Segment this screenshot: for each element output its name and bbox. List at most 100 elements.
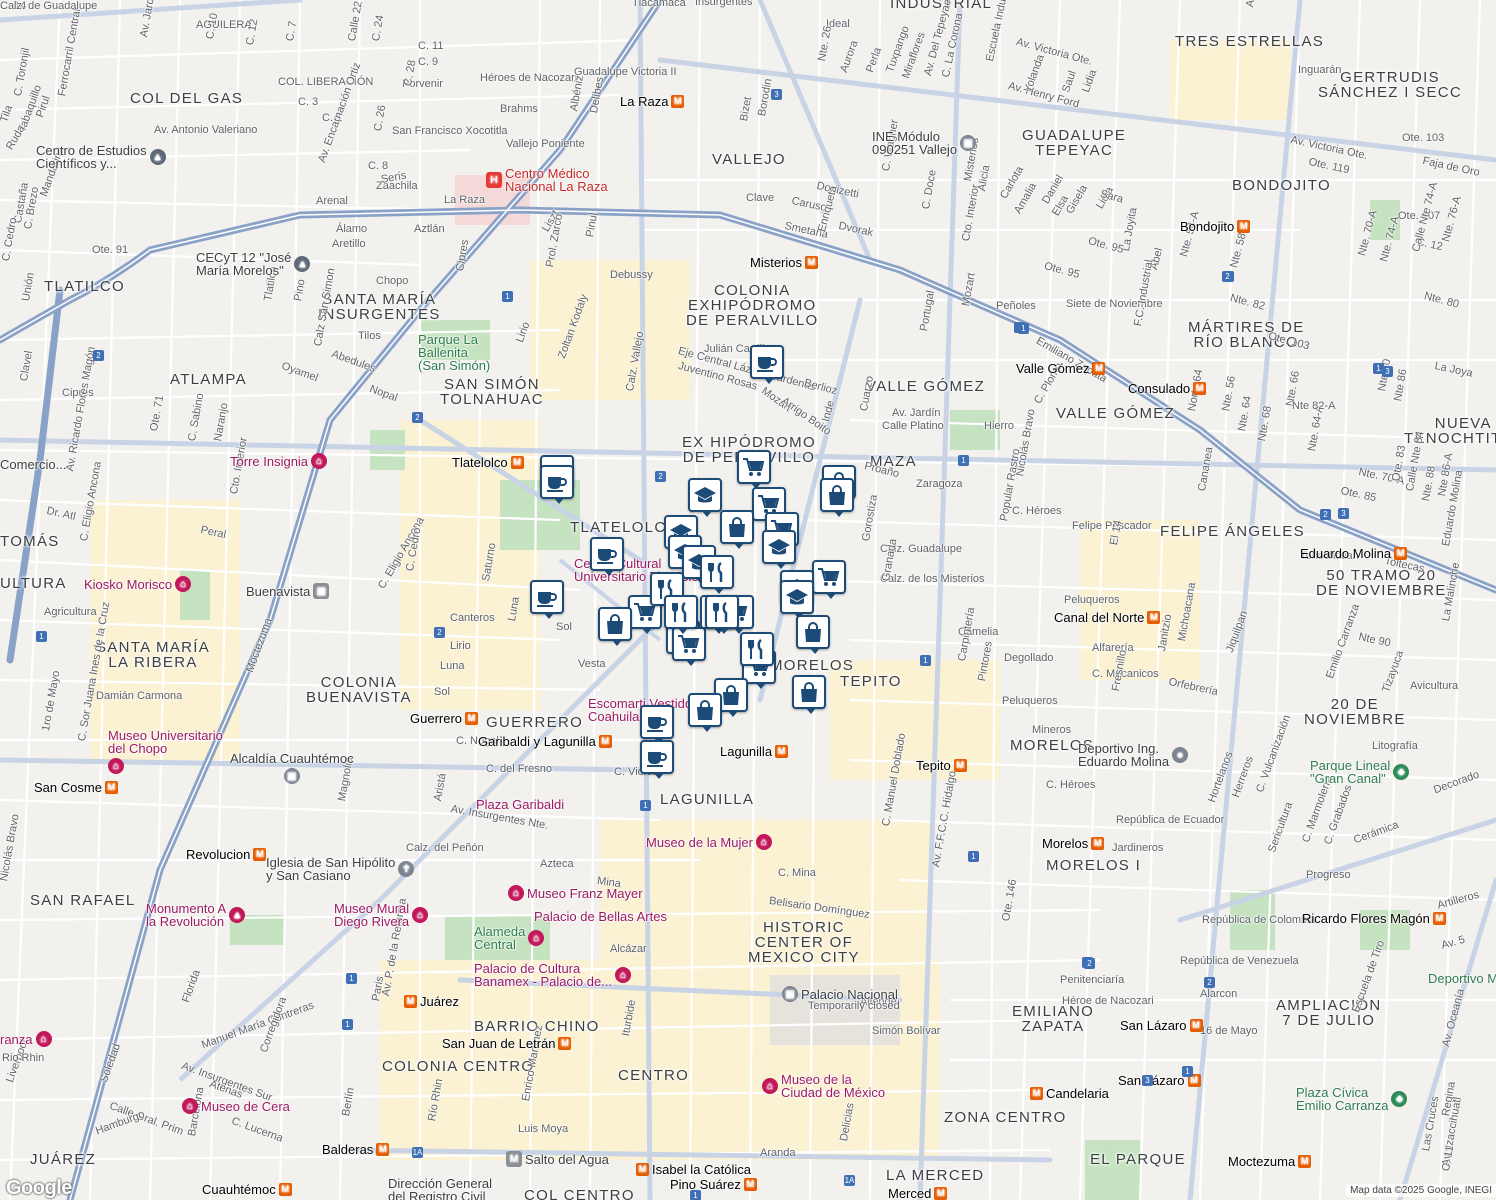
route-shield: 3 [771,89,782,100]
map-canvas[interactable]: COL DEL GAS INDUSTRIAL TRES ESTRELLAS GE… [0,0,1496,1200]
school-marker[interactable] [762,530,796,569]
area-label: LA MERCED [886,1167,985,1184]
school-poi[interactable]: CECyT 12 "José María Morelos" ▲ [196,251,311,277]
metro-station[interactable]: Lagunilla M [720,745,789,758]
bag-marker[interactable] [688,693,722,732]
metro-station[interactable]: Tepito M [916,759,967,772]
metro-station[interactable]: Bondojito M [1180,220,1251,233]
metro-icon: M [1193,382,1207,395]
museum-poi[interactable]: ⌂ Museo Franz Mayer [508,885,643,901]
coffee-marker[interactable] [530,580,564,619]
church-poi[interactable]: Iglesia de San Hipólito y San Casiano ✝ [266,856,415,882]
gov-poi[interactable]: Deportivo Ing. Eduardo Molina ● [1078,742,1189,768]
bag-marker[interactable] [792,675,826,714]
area-label: BONDOJITO [1232,177,1331,194]
metro-station[interactable]: Moctezuma M [1228,1155,1312,1168]
hospital-poi[interactable]: H Centro Médico Nacional La Raza [486,167,608,193]
coffee-marker[interactable] [640,740,674,779]
museum-poi[interactable]: Kiosko Morisco ⌂ [84,576,192,592]
metro-station[interactable]: M Salto del Agua [506,1151,609,1167]
museum-icon: ⌂ [508,885,524,901]
metro-station[interactable]: Pino Suárez M [670,1178,757,1191]
school-marker[interactable] [688,478,722,517]
fork-marker[interactable] [740,632,774,671]
cart-marker[interactable] [737,450,771,489]
museum-poi[interactable]: ranza ⌂ [0,1031,52,1047]
school-poi[interactable]: Centro de Estudios Científicos y... ▲ [36,144,166,170]
area-label: EMILIANO ZAPATA [1012,1003,1095,1035]
metro-station[interactable]: Tlatelolco M [452,456,524,469]
coffee-marker[interactable] [640,705,674,744]
metro-station[interactable]: Canal del Norte M [1054,611,1161,624]
park-poi[interactable]: Parque La Ballenita (San Simón) [418,333,490,372]
bag-marker[interactable] [720,510,754,549]
museum-poi[interactable]: ⌂ Museo de Cera [182,1098,290,1114]
metro-icon: M [1091,837,1105,850]
park-poi[interactable]: Alameda Central ⌂ [474,925,545,951]
street-label: Damián Carmona [96,690,183,702]
metro-station[interactable]: Misterios M [750,256,819,269]
coffee-marker[interactable] [590,537,624,576]
metro-station[interactable]: Garibaldi y Lagunilla M [478,735,612,748]
metro-station[interactable]: Revolucion M [186,848,267,861]
street-label: Progreso [1306,869,1351,881]
metro-station[interactable]: La Raza M [620,95,685,108]
gov-poi[interactable]: INE Módulo 090251 Vallejo ▣ [872,130,977,156]
school-icon [768,539,790,555]
park-poi[interactable]: Deportivo M [1428,972,1496,985]
coffee-marker[interactable] [750,345,784,384]
cart-marker[interactable] [812,560,846,599]
area-label: FELIPE ÁNGELES [1160,523,1305,540]
metro-station[interactable]: Guerrero M [410,712,479,725]
bag-marker[interactable] [796,615,830,654]
map-attribution[interactable]: Map data ©2025 Google, INEGI [1346,1184,1496,1197]
metro-station[interactable]: M Juárez [404,995,459,1008]
metro-station[interactable]: San Juan de Letrán M [442,1037,572,1050]
bag-marker[interactable] [598,607,632,646]
government-icon: ▣ [782,986,798,1002]
metro-station[interactable]: M Candelaria [1030,1087,1109,1100]
area-label: TLATILCO [44,278,125,295]
metro-station[interactable]: Consulado M [1128,382,1207,395]
church-icon: ✝ [398,861,415,877]
area-label: VALLE GÓMEZ [866,378,986,395]
museum-poi[interactable]: ⌂ Museo de la Ciudad de México [762,1073,885,1099]
route-shield: 1 [690,1190,701,1200]
museum-poi[interactable]: Monumento A la Revolución ▲ [146,902,246,928]
gov-poi[interactable]: Alcaldía Cuauhtémoc ▣ [230,752,354,784]
metro-station[interactable]: San Cosme M [34,781,118,794]
museum-poi[interactable]: Museo de la Mujer ⌂ [646,834,772,850]
bag-marker[interactable] [820,478,854,517]
train-station[interactable]: Buenavista ▣ [246,583,330,599]
gov-poi[interactable]: Dirección General del Registro Civil [388,1177,492,1200]
coffee-marker[interactable] [540,465,574,504]
museum-poi[interactable]: Museo Mural Diego Rivera ⌂ [334,902,429,928]
museum-poi[interactable]: Palacio de Cultura Banamex - Palacio de.… [474,962,632,988]
museum-poi[interactable]: Museo Universitario del Chopo ⌂ [108,729,223,774]
museum-icon: ⌂ [412,907,429,923]
metro-station[interactable]: Eduardo Molina M [1300,547,1408,560]
metro-station[interactable]: Ricardo Flores Magón M [1302,912,1446,925]
park-poi[interactable]: Parque Lineal "Gran Canal" ♣ [1310,759,1410,785]
school-icon: ▲ [149,149,166,165]
area-label: TRES ESTRELLAS [1175,33,1325,50]
route-shield: 1 [640,800,651,811]
metro-station[interactable]: Valle Gómez M [1016,362,1106,375]
fork-marker[interactable] [664,595,698,634]
area-label: COLONIA CENTRO [382,1058,535,1075]
fork-marker[interactable] [705,595,739,634]
metro-station[interactable]: Merced M [888,1187,948,1200]
fork-marker[interactable] [700,555,734,594]
metro-station[interactable]: Morelos M [1042,837,1105,850]
museum-poi[interactable]: Plaza Garibaldi [476,798,564,811]
school-marker[interactable] [780,580,814,619]
museum-poi[interactable]: Torre Insignia ⌂ [230,453,328,469]
museum-poi[interactable]: Palacio de Bellas Artes [534,910,667,923]
metro-station[interactable]: Cuauhtémoc M [202,1183,292,1196]
metro-station[interactable]: Balderas M [322,1143,390,1156]
park-poi[interactable]: Plaza Cívica Emilio Carranza ♣ [1296,1086,1408,1112]
metro-station[interactable]: San Lázaro M [1120,1019,1203,1032]
route-shield: 2 [1204,977,1215,988]
metro-station[interactable]: M Isabel la Católica [636,1163,751,1176]
route-shield: 2 [93,350,104,361]
